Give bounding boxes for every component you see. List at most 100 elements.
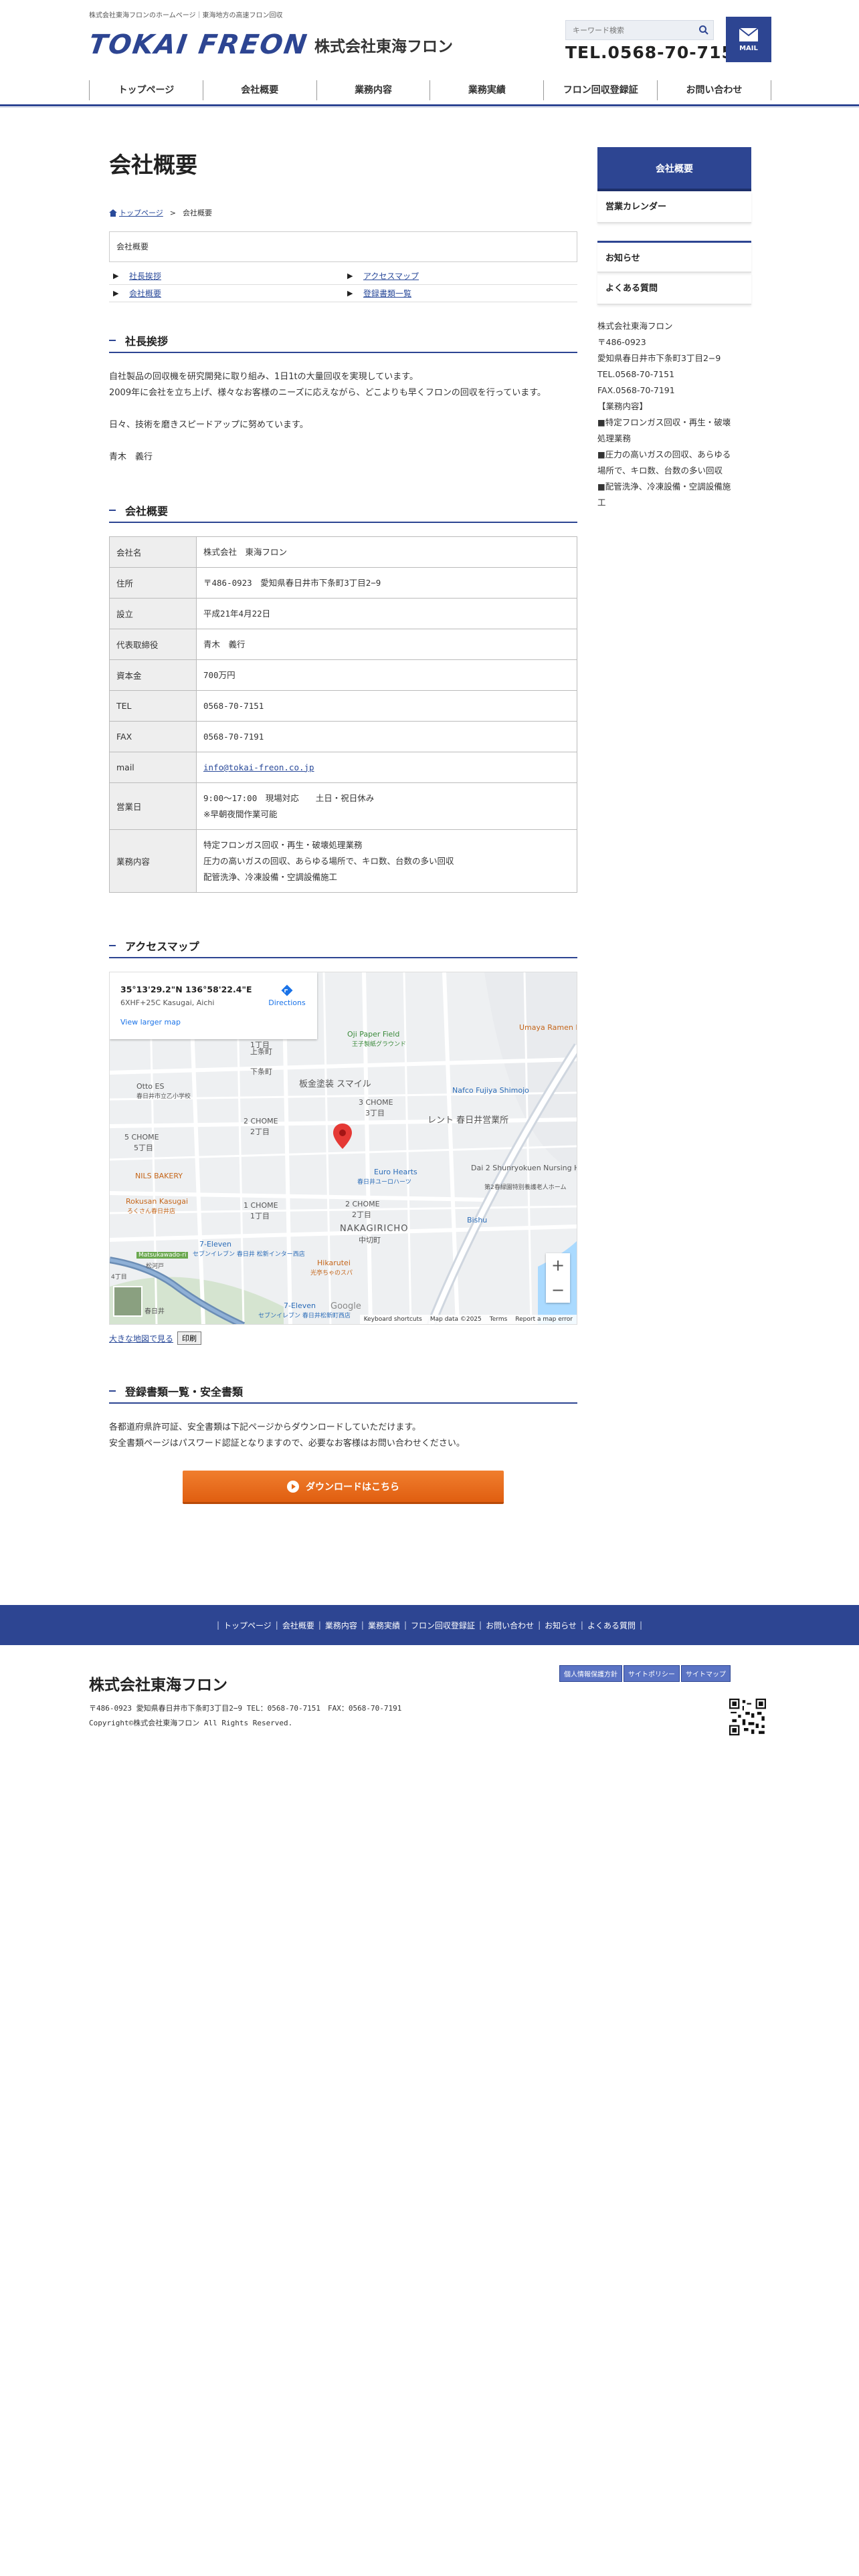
row-value: 平成21年4月22日: [196, 598, 577, 629]
page-title: 会社概要: [109, 152, 197, 178]
toc-item: ▶ 社長挨拶: [109, 267, 343, 285]
row-label: 資本金: [109, 659, 197, 691]
greeting-line: 2009年に会社を立ち上げ、様々なお客様のニーズに応えながら、どこよりも早くフロ…: [109, 388, 546, 398]
sidebar-info-line: 【業務内容】: [597, 401, 648, 411]
download-button[interactable]: ダウンロードはこちら: [183, 1471, 504, 1504]
row-label: mail: [109, 752, 197, 783]
sidebar-item-news[interactable]: お知らせ: [597, 241, 751, 273]
zoom-out-button[interactable]: −: [546, 1278, 570, 1303]
zoom-in-button[interactable]: +: [546, 1253, 570, 1278]
gnav-service[interactable]: 業務内容: [316, 80, 430, 100]
envelope-icon: [739, 27, 759, 41]
print-button[interactable]: 印刷: [177, 1331, 202, 1345]
email-link[interactable]: info@tokai-freon.co.jp: [203, 762, 314, 772]
site-logo[interactable]: TOKAI FREON 株式会社東海フロン: [87, 29, 453, 60]
footer-nav: | トップページ | 会社概要 | 業務内容 | 業務実績 | フロン回収登録証…: [0, 1605, 859, 1645]
view-larger-map-link[interactable]: View larger map: [120, 1018, 306, 1027]
footer-link-company[interactable]: 会社概要: [282, 1620, 314, 1631]
site-policy-link[interactable]: サイトポリシー: [624, 1665, 680, 1682]
table-row: FAX 0568-70-7191: [109, 721, 577, 752]
section-heading-text: 登録書類一覧・安全書類: [125, 1386, 244, 1398]
footer-link-license[interactable]: フロン回収登録証: [411, 1620, 475, 1631]
view-larger-map-link-jp[interactable]: 大きな地図で見る: [109, 1333, 173, 1344]
toc-link-greeting[interactable]: 社長挨拶: [129, 270, 161, 282]
sidebar-company-button[interactable]: 会社概要: [597, 147, 751, 191]
sidebar-item-calendar[interactable]: 営業カレンダー: [597, 191, 751, 223]
footer-link-results[interactable]: 業務実績: [368, 1620, 400, 1631]
row-label: 会社名: [109, 536, 197, 568]
table-row: 住所 〒486-0923 愛知県春日井市下条町3丁目2−9: [109, 567, 577, 599]
footer-link-news[interactable]: お知らせ: [545, 1620, 577, 1631]
footer-link-contact[interactable]: お問い合わせ: [486, 1620, 534, 1631]
footer-link-faq[interactable]: よくある質問: [587, 1620, 636, 1631]
toc-item: ▶ 登録書類一覧: [343, 285, 577, 302]
map-label: 2丁目: [250, 1128, 270, 1136]
directions-label: Directions: [268, 998, 306, 1007]
breadcrumb-home[interactable]: トップページ: [109, 207, 163, 218]
google-map[interactable]: Oji Paper Field 王子製紙グラウンド Umaya Ramen Ka…: [109, 972, 577, 1325]
directions-button[interactable]: Directions: [267, 984, 307, 1007]
toc-link-docs[interactable]: 登録書類一覧: [363, 288, 411, 299]
sidebar-item-faq[interactable]: よくある質問: [597, 273, 751, 305]
map-label: 2 CHOME: [244, 1117, 278, 1125]
table-row: 営業日 9:00〜17:00 現場対応 土日・祝日休み ※早朝夜間作業可能: [109, 782, 577, 830]
footer-link-top[interactable]: トップページ: [223, 1620, 272, 1631]
table-row: 設立 平成21年4月22日: [109, 598, 577, 629]
heading-dash: [109, 1390, 116, 1392]
map-label: Euro Hearts: [374, 1168, 417, 1176]
sidebar-info-line: ■特定フロンガス回収・再生・破壊: [597, 417, 731, 427]
gnav-results[interactable]: 業務実績: [430, 80, 543, 100]
map-label: 中切町: [359, 1236, 381, 1245]
nav-separator: |: [403, 1620, 407, 1630]
map-label: 7-Eleven: [199, 1240, 231, 1249]
toc-link-company[interactable]: 会社概要: [129, 288, 161, 299]
row-value: 0568-70-7191: [196, 721, 577, 752]
toc-item: ▶ アクセスマップ: [343, 267, 577, 285]
map-keyboard-shortcuts[interactable]: Keyboard shortcuts: [364, 1316, 422, 1323]
nav-separator: |: [361, 1620, 364, 1630]
table-row: 業務内容 特定フロンガス回収・再生・破壊処理業務 圧力の高いガスの回収、あらゆる場…: [109, 829, 577, 893]
heading-dash: [109, 340, 116, 341]
map-label: 1丁目: [250, 1212, 270, 1220]
nav-separator: |: [538, 1620, 541, 1630]
search-icon[interactable]: [698, 25, 709, 35]
gnav-license[interactable]: フロン回収登録証: [543, 80, 657, 100]
sidebar-company-info: 株式会社東海フロン 〒486-0923 愛知県春日井市下条町3丁目2−9 TEL…: [597, 318, 751, 511]
nav-separator: |: [318, 1620, 321, 1630]
location-pin-icon: [333, 1123, 352, 1149]
search-input[interactable]: [566, 21, 693, 39]
play-circle-icon: [287, 1480, 299, 1493]
gnav-company[interactable]: 会社概要: [202, 80, 316, 100]
gnav-top[interactable]: トップページ: [89, 80, 203, 100]
map-label: Rokusan Kasugai: [126, 1197, 189, 1206]
toc-link-access[interactable]: アクセスマップ: [363, 270, 419, 282]
toc-item: ▶ 会社概要: [109, 285, 343, 302]
sidebar-info-line: ■圧力の高いガスの回収、あらゆる: [597, 449, 731, 459]
greeting-line: [109, 433, 577, 449]
mail-button[interactable]: MAIL: [726, 17, 771, 62]
footer-company-name: 株式会社東海フロン: [89, 1677, 227, 1694]
breadcrumb-separator: >: [169, 208, 176, 217]
map-label: NILS BAKERY: [135, 1172, 183, 1180]
nav-separator: |: [216, 1620, 220, 1630]
search-box: [565, 20, 714, 40]
gnav-contact[interactable]: お問い合わせ: [657, 80, 771, 100]
map-data-credit: Map data ©2025: [430, 1316, 482, 1323]
map-label: 3 CHOME: [359, 1098, 393, 1107]
sitemap-link[interactable]: サイトマップ: [681, 1665, 731, 1682]
company-table: 会社名 株式会社 東海フロン 住所 〒486-0923 愛知県春日井市下条町3丁目2…: [109, 536, 577, 893]
row-value: 青木 義行: [196, 629, 577, 660]
table-row: mail info@tokai-freon.co.jp: [109, 752, 577, 783]
map-label: NAKAGIRICHO: [340, 1224, 409, 1234]
footer-link-service[interactable]: 業務内容: [325, 1620, 357, 1631]
map-terms[interactable]: Terms: [490, 1316, 508, 1323]
main-content: 会社概要 トップページ > 会社概要 会社概要 ▶ 社長挨拶 ▶ アクセスマップ ▶…: [109, 147, 577, 1504]
table-row: 会社名 株式会社 東海フロン: [109, 536, 577, 568]
map-report-error[interactable]: Report a map error: [515, 1316, 573, 1323]
privacy-policy-link[interactable]: 個人情報保護方針: [559, 1665, 622, 1682]
sidebar: 会社概要 営業カレンダー お知らせ よくある質問 株式会社東海フロン 〒486-…: [597, 147, 751, 511]
row-label: 営業日: [109, 782, 197, 830]
nav-separator: |: [275, 1620, 278, 1630]
site-tagline: 株式会社東海フロンのホームページ｜東海地方の高速フロン回収: [89, 12, 283, 19]
footer-copyright: Copyright©株式会社東海フロン All Rights Reserved.: [89, 1719, 293, 1727]
